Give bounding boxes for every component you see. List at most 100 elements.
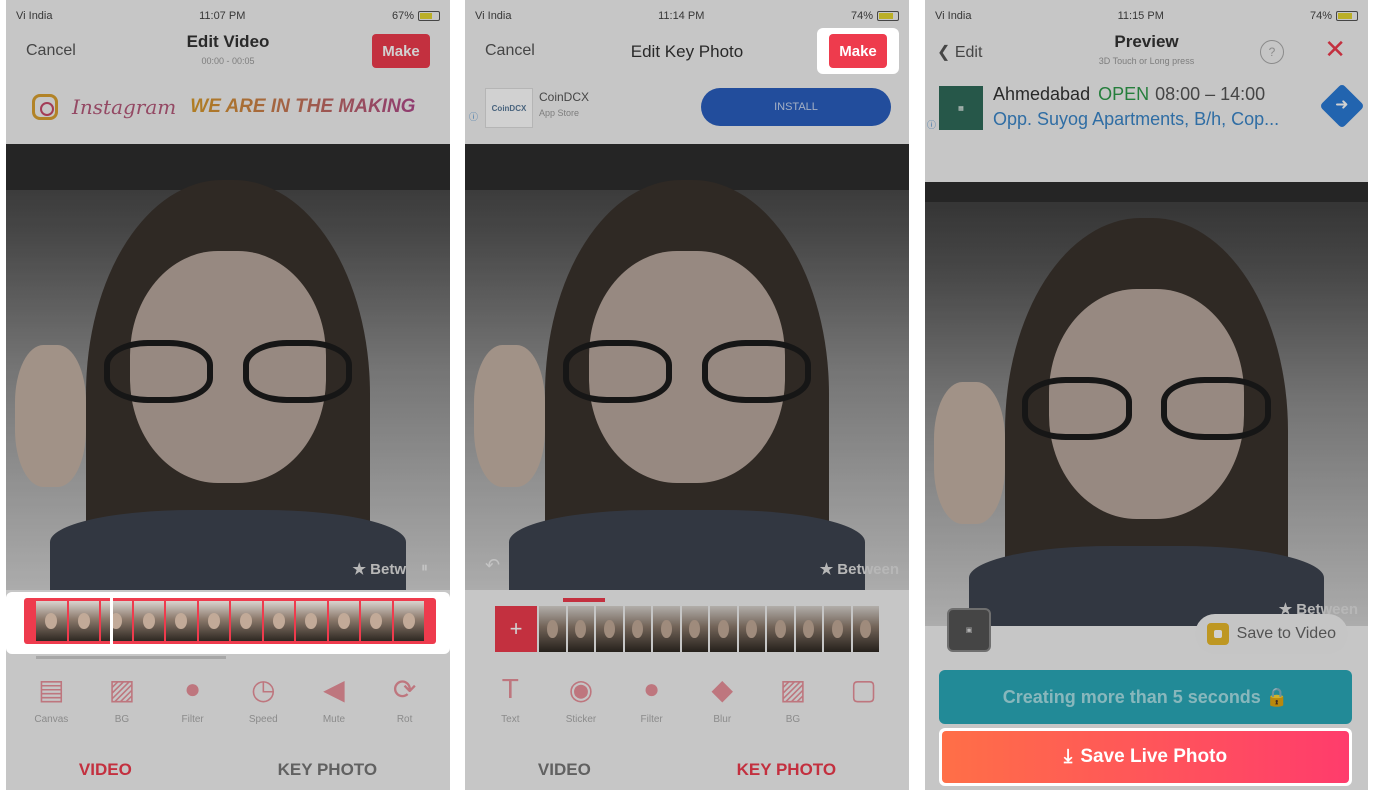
panel-preview: Vi India 11:15 PM 74% ❮ Edit Preview 3D …	[925, 0, 1368, 790]
ad-city: Ahmedabad	[993, 84, 1091, 104]
more-icon: ▢	[850, 673, 877, 705]
undo-icon[interactable]: ↶	[485, 555, 500, 576]
sticker-icon: ◉	[568, 673, 594, 705]
adchoices-icon[interactable]: ⓘ	[927, 118, 936, 131]
ad-brand: Instagram	[72, 95, 177, 119]
close-icon[interactable]: ✕	[1324, 34, 1346, 65]
ad-tagline: WE ARE IN THE MAKING	[190, 96, 416, 117]
status-bar: Vi India 11:14 PM 74%	[475, 8, 899, 24]
key-photo-preview[interactable]: ★ Between ↶	[465, 144, 909, 590]
ad-name: CoinDCX	[539, 90, 590, 104]
hint-label: 3D Touch or Long press	[1098, 56, 1195, 66]
battery-label: 74%	[850, 10, 873, 22]
tool-canvas[interactable]: ▤ Canvas	[21, 672, 81, 742]
canvas-icon: ▤	[38, 673, 65, 705]
mute-icon: ◀	[323, 673, 345, 705]
playhead-handle[interactable]	[110, 594, 113, 648]
speed-icon: ◷	[251, 673, 276, 705]
tool-filter[interactable]: ● Filter	[163, 672, 223, 742]
tool-text[interactable]: T Text	[480, 672, 540, 742]
filter-icon: ●	[643, 673, 661, 704]
nav-bar: Cancel Edit Video 00:00 - 00:05 Make	[6, 28, 450, 76]
pause-icon[interactable]: ⏸	[421, 559, 428, 576]
clock: 11:14 PM	[658, 10, 705, 22]
save-live-photo-button[interactable]: ⤓ Save Live Photo	[942, 731, 1349, 783]
tool-filter[interactable]: ● Filter	[622, 672, 682, 742]
ad-banner[interactable]: ⓘ CoinDCX CoinDCX App Store INSTALL	[465, 80, 909, 136]
tab-key-photo[interactable]: KEY PHOTO	[737, 760, 837, 780]
make-highlight: Make	[817, 28, 899, 74]
make-button[interactable]: Make	[372, 34, 430, 68]
tool-blur[interactable]: ◆ Blur	[692, 672, 752, 742]
video-timeline[interactable]	[6, 592, 450, 654]
seek-bar[interactable]	[36, 656, 226, 659]
add-frame-button[interactable]: +	[495, 606, 537, 652]
watermark: ★ Between	[819, 561, 899, 578]
make-button[interactable]: Make	[829, 34, 887, 68]
battery-icon	[1336, 11, 1358, 21]
ad-logo: CoinDCX	[485, 88, 533, 128]
nav-bar: Cancel Edit Key Photo Make	[465, 28, 909, 76]
ad-logo: ▦	[939, 86, 983, 130]
ad-title-line: Ahmedabad OPEN 08:00 – 14:00	[993, 84, 1265, 105]
open-status: OPEN	[1098, 84, 1150, 104]
blur-icon: ◆	[711, 673, 734, 705]
text-icon: T	[501, 673, 519, 704]
creating-more-button[interactable]: Creating more than 5 seconds 🔒	[939, 670, 1352, 724]
ad-banner[interactable]: Instagram WE ARE IN THE MAKING	[6, 84, 450, 130]
clock: 11:07 PM	[199, 10, 246, 22]
watermark: ★ Betw	[352, 561, 406, 578]
carrier-label: Vi India	[16, 10, 53, 22]
ad-address: Opp. Suyog Apartments, B/h, Cop...	[993, 109, 1280, 129]
status-bar: Vi India 11:07 PM 67%	[16, 8, 440, 24]
save-to-video-button[interactable]: Save to Video	[1194, 614, 1348, 654]
key-photo-timeline[interactable]: +	[495, 606, 879, 652]
battery-icon	[418, 11, 440, 21]
panel-edit-video: Vi India 11:07 PM 67% Cancel Edit Video …	[6, 0, 450, 790]
save-live-photo-highlight: ⤓ Save Live Photo	[939, 728, 1352, 786]
nav-bar: ❮ Edit Preview 3D Touch or Long press ? …	[925, 28, 1368, 76]
ad-hours: 08:00 – 14:00	[1155, 84, 1266, 104]
ad-banner[interactable]: ⓘ ▦ Ahmedabad OPEN 08:00 – 14:00 Opp. Suyo…	[925, 78, 1368, 138]
tool-rotate[interactable]: ⟳ Rot	[375, 672, 435, 742]
instagram-icon	[32, 94, 58, 120]
tool-speed[interactable]: ◷ Speed	[233, 672, 293, 742]
tool-bar: ▤ Canvas ▨ BG ● Filter ◷ Speed ◀ Mute ⟳ Rot	[6, 672, 450, 742]
tab-key-photo[interactable]: KEY PHOTO	[278, 760, 378, 780]
battery-label: 74%	[1309, 10, 1332, 22]
tool-sticker[interactable]: ◉ Sticker	[551, 672, 611, 742]
live-photo-preview[interactable]: ★ Between	[925, 182, 1368, 626]
clock: 11:15 PM	[1117, 10, 1164, 22]
video-preview[interactable]: ★ Betw ⏸	[6, 144, 450, 590]
help-icon[interactable]: ?	[1260, 40, 1284, 64]
directions-icon[interactable]	[1319, 83, 1365, 129]
tab-video[interactable]: VIDEO	[79, 760, 132, 780]
background-icon: ▨	[779, 673, 807, 705]
video-icon	[1206, 623, 1229, 645]
tool-mute[interactable]: ◀ Mute	[304, 672, 364, 742]
tab-video[interactable]: VIDEO	[538, 760, 591, 780]
tool-more[interactable]: ▢	[834, 672, 894, 742]
tool-bar: T Text ◉ Sticker ● Filter ◆ Blur ▨ BG ▢	[465, 672, 909, 742]
tab-bar: VIDEO KEY PHOTO	[6, 760, 450, 780]
rotate-icon: ⟳	[392, 673, 417, 705]
tab-bar: VIDEO KEY PHOTO	[465, 760, 909, 780]
carrier-label: Vi India	[475, 10, 512, 22]
page-title: Preview	[1114, 32, 1179, 51]
battery-label: 67%	[391, 10, 414, 22]
install-button[interactable]: INSTALL	[701, 88, 891, 126]
filter-icon: ●	[184, 673, 202, 704]
thumbnail[interactable]: ▣	[947, 608, 991, 652]
carrier-label: Vi India	[935, 10, 972, 22]
tool-bg[interactable]: ▨ BG	[92, 672, 152, 742]
panel-edit-key-photo: Vi India 11:14 PM 74% Cancel Edit Key Ph…	[465, 0, 909, 790]
background-icon: ▨	[108, 673, 136, 705]
download-icon: ⤓	[1063, 746, 1073, 767]
battery-icon	[877, 11, 899, 21]
tool-bg[interactable]: ▨ BG	[763, 672, 823, 742]
ad-source: App Store	[539, 108, 580, 118]
status-bar: Vi India 11:15 PM 74%	[935, 8, 1358, 24]
key-frame-marker	[563, 598, 605, 602]
preview-controls: ▣ Save to Video	[925, 604, 1368, 654]
adchoices-icon[interactable]: ⓘ	[469, 110, 478, 123]
